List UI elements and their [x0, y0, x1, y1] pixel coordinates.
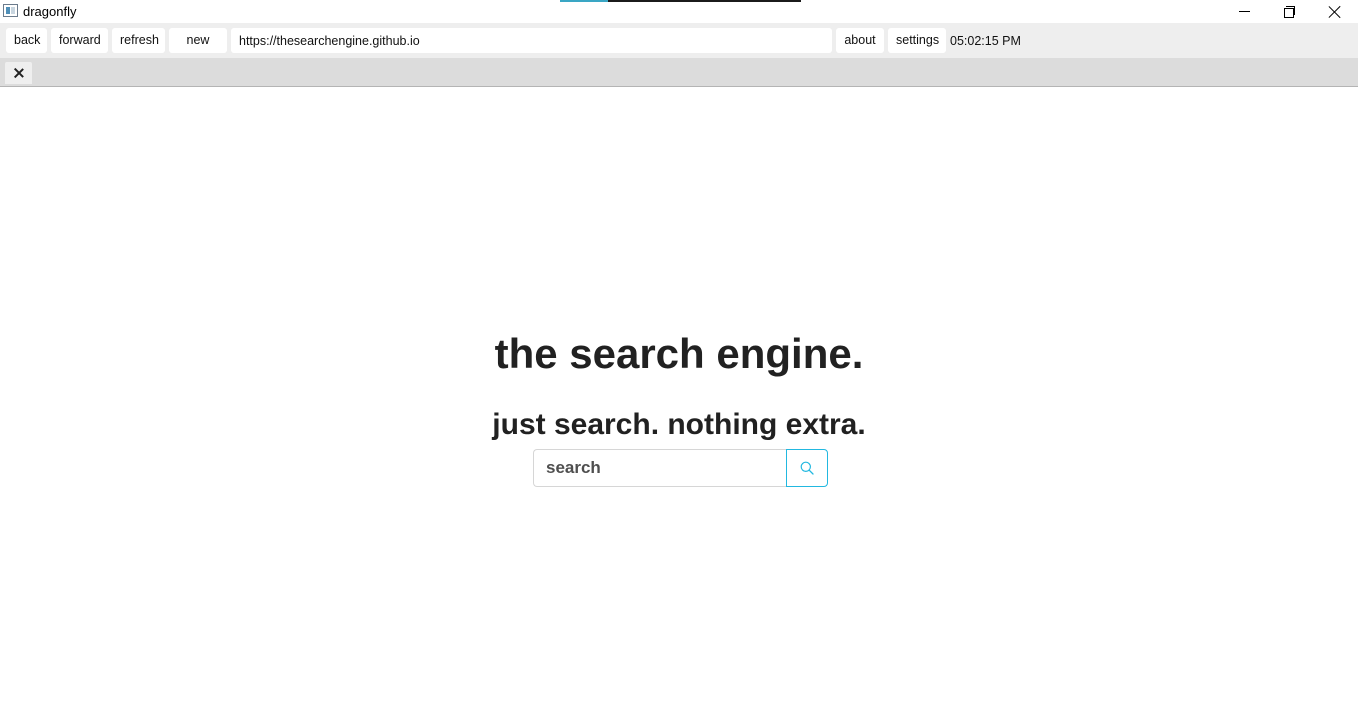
window-titlebar: dragonfly: [0, 0, 1358, 23]
minimize-button[interactable]: [1222, 0, 1267, 23]
address-bar[interactable]: [231, 28, 832, 53]
search-input[interactable]: [533, 449, 787, 487]
restore-icon: [1284, 6, 1295, 18]
forward-button[interactable]: forward: [51, 28, 108, 53]
settings-button[interactable]: settings: [888, 28, 946, 53]
tab-close-button[interactable]: [5, 62, 32, 84]
about-button[interactable]: about: [836, 28, 884, 53]
clock: 05:02:15 PM: [950, 34, 1021, 48]
close-icon: [1329, 6, 1341, 18]
page-headline: the search engine.: [494, 330, 864, 377]
back-button[interactable]: back: [6, 28, 47, 53]
maximize-button[interactable]: [1267, 0, 1312, 23]
page-viewport: the search engine. just search. nothing …: [0, 87, 1358, 727]
titlebar-accent: [608, 0, 801, 2]
browser-toolbar: back forward refresh new tab about setti…: [0, 23, 1358, 72]
new-tab-button[interactable]: new tab: [169, 28, 227, 72]
app-icon: [3, 4, 18, 17]
search-icon: [800, 461, 814, 475]
search-form: [533, 449, 828, 487]
tab-strip: [0, 58, 1358, 87]
search-button[interactable]: [786, 449, 828, 487]
close-window-button[interactable]: [1312, 0, 1357, 23]
close-icon: [14, 68, 24, 78]
refresh-button[interactable]: refresh: [112, 28, 165, 53]
window-title: dragonfly: [23, 4, 77, 19]
titlebar-accent: [560, 0, 608, 2]
minimize-icon: [1239, 11, 1250, 12]
page-tagline: just search. nothing extra.: [492, 408, 866, 441]
